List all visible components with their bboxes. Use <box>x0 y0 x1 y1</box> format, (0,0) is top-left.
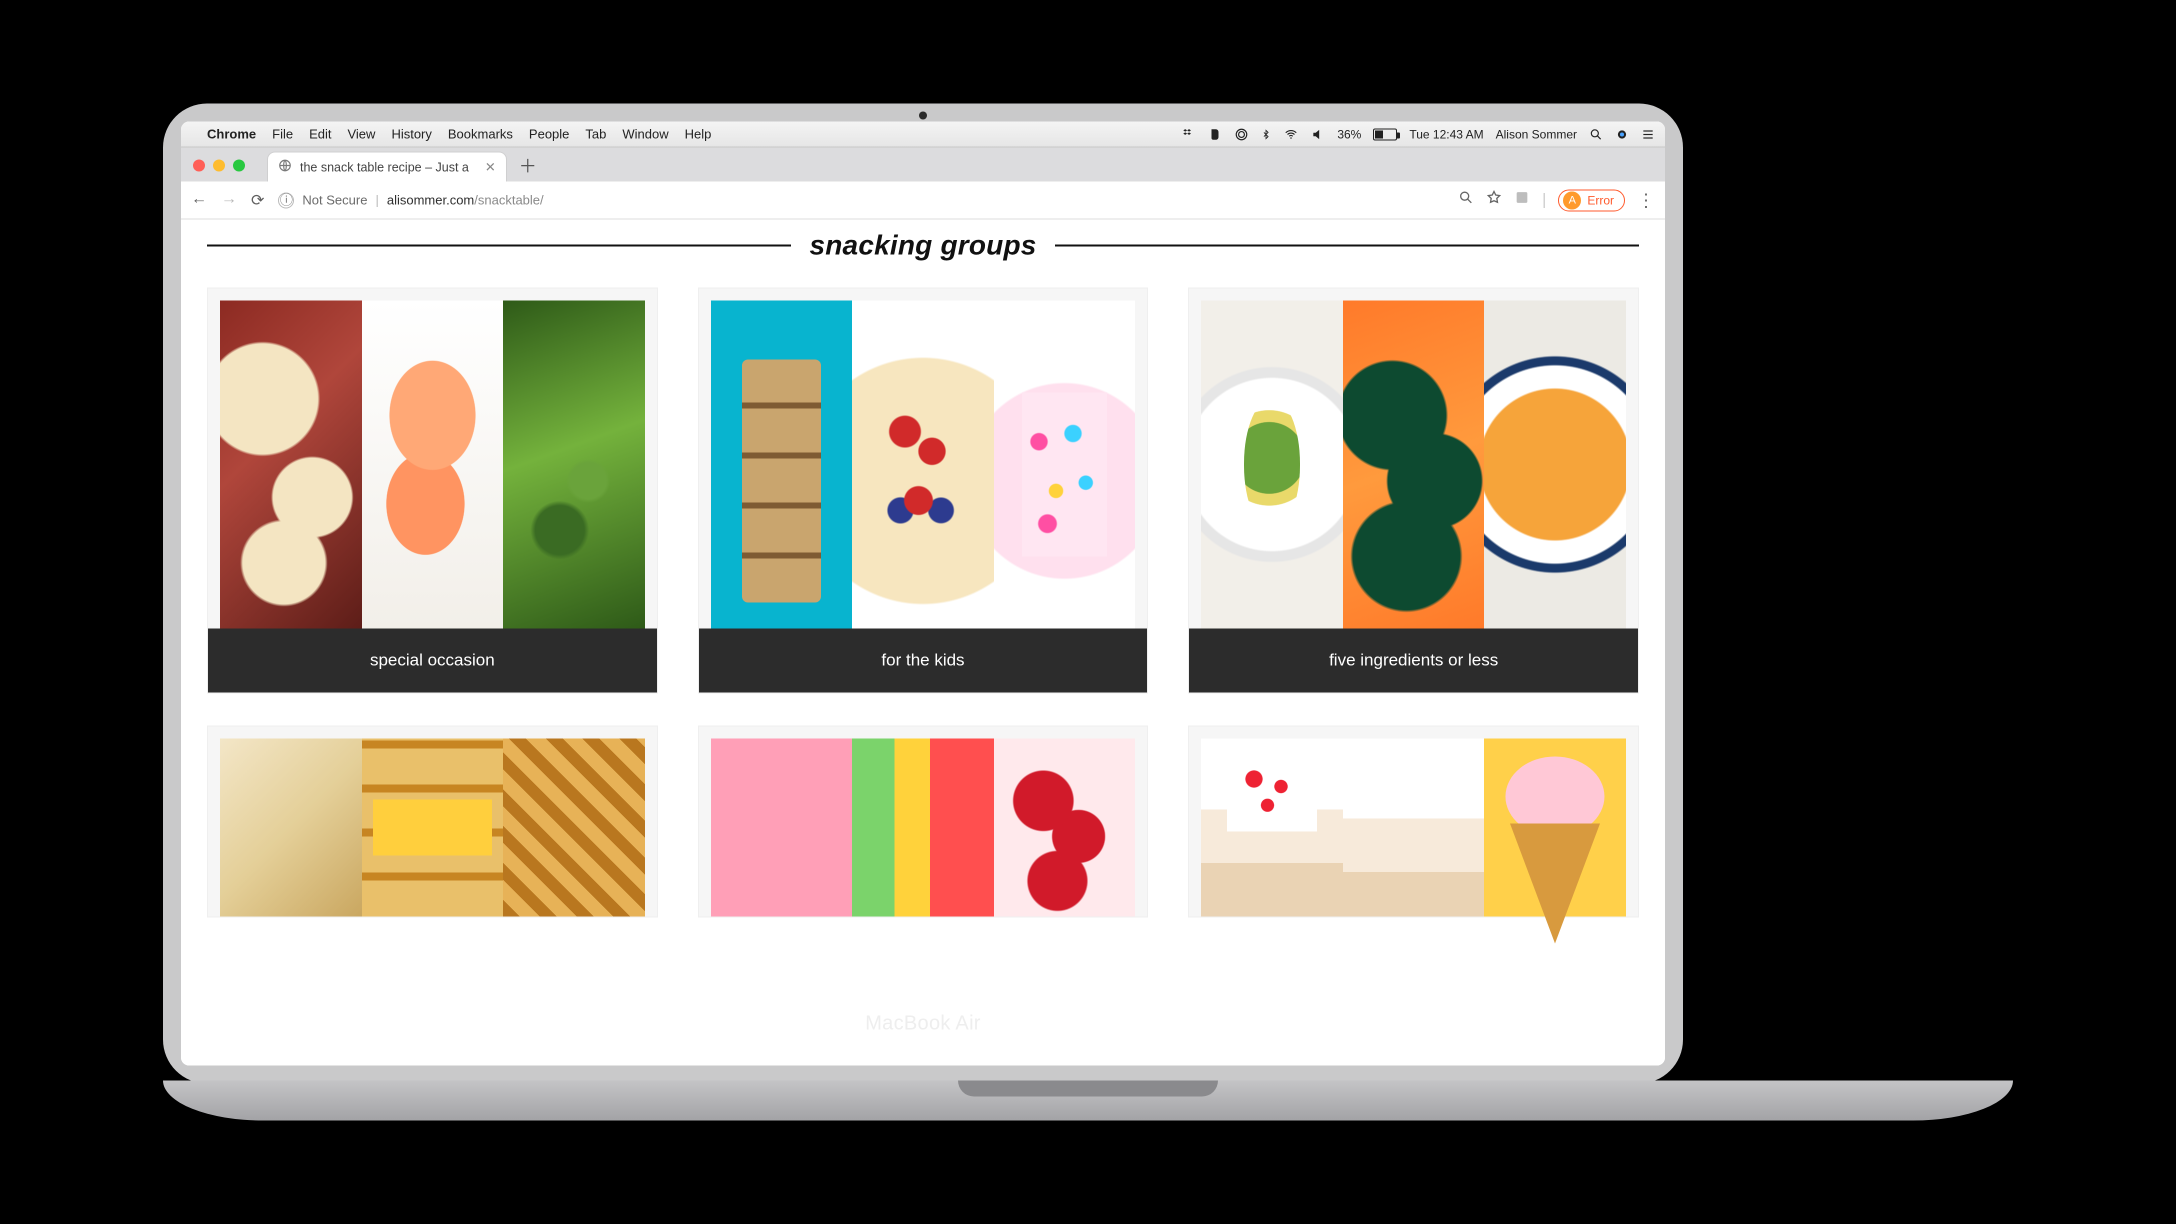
menu-edit[interactable]: Edit <box>309 127 331 142</box>
site-info-icon[interactable]: ⓘ <box>278 192 294 208</box>
minimize-window-button[interactable] <box>213 160 225 172</box>
forward-button[interactable]: → <box>221 190 237 210</box>
menu-file[interactable]: File <box>272 127 293 142</box>
food-image <box>362 739 504 917</box>
close-tab-icon[interactable]: ✕ <box>485 159 496 175</box>
globe-icon <box>278 159 292 176</box>
card-label: for the kids <box>699 629 1148 693</box>
card-image-set <box>208 289 657 629</box>
evernote-menubar-icon[interactable] <box>1208 127 1222 141</box>
notification-center-icon[interactable] <box>1641 127 1655 141</box>
menu-help[interactable]: Help <box>685 127 712 142</box>
browser-tab-active[interactable]: the snack table recipe – Just a ✕ <box>267 152 507 182</box>
food-image <box>1201 739 1343 917</box>
food-image <box>1484 301 1626 629</box>
volume-menubar-icon[interactable] <box>1311 127 1325 141</box>
profile-status-text: Error <box>1587 193 1614 207</box>
card-image-set <box>1189 727 1638 917</box>
menubar-clock[interactable]: Tue 12:43 AM <box>1409 127 1483 141</box>
food-image <box>362 301 504 629</box>
omnibox-search-icon[interactable] <box>1458 190 1474 211</box>
card-row2-3[interactable] <box>1188 726 1639 918</box>
window-controls <box>193 160 245 172</box>
food-image <box>852 301 994 629</box>
food-image <box>1343 739 1485 917</box>
card-image-set <box>208 727 657 917</box>
siri-icon[interactable] <box>1615 127 1629 141</box>
food-image <box>711 739 853 917</box>
battery-percentage: 36% <box>1337 127 1361 141</box>
card-for-the-kids[interactable]: for the kids <box>698 288 1149 694</box>
card-row2-1[interactable] <box>207 726 658 918</box>
card-grid: special occasion for the kids <box>207 288 1639 918</box>
card-image-set <box>699 727 1148 917</box>
spotlight-icon[interactable] <box>1589 127 1603 141</box>
food-image <box>1201 301 1343 629</box>
url-path: /snacktable/ <box>474 193 543 208</box>
wifi-menubar-icon[interactable] <box>1283 127 1299 141</box>
address-bar[interactable]: ⓘ Not Secure | alisommer.com/snacktable/ <box>278 186 1444 214</box>
card-image-set <box>699 289 1148 629</box>
dropbox-menubar-icon[interactable] <box>1182 127 1196 141</box>
app-menus: File Edit View History Bookmarks People … <box>272 127 711 142</box>
menu-history[interactable]: History <box>391 127 431 142</box>
laptop-base <box>163 1081 2013 1121</box>
menu-window[interactable]: Window <box>622 127 668 142</box>
card-row2-2[interactable] <box>698 726 1149 918</box>
reload-button[interactable]: ⟳ <box>251 190 264 210</box>
food-image <box>503 739 645 917</box>
macos-menubar: Chrome File Edit View History Bookmarks … <box>181 122 1665 148</box>
food-image <box>994 739 1136 917</box>
profile-error-pill[interactable]: A Error <box>1558 189 1625 211</box>
food-image <box>503 301 645 629</box>
menu-bookmarks[interactable]: Bookmarks <box>448 127 513 142</box>
active-app-name[interactable]: Chrome <box>207 127 256 142</box>
menu-view[interactable]: View <box>347 127 375 142</box>
back-button[interactable]: ← <box>191 190 207 210</box>
food-image <box>220 739 362 917</box>
food-image <box>220 301 362 629</box>
card-special-occasion[interactable]: special occasion <box>207 288 658 694</box>
card-label: five ingredients or less <box>1189 629 1638 693</box>
chrome-tabstrip: the snack table recipe – Just a ✕ ＋ <box>181 148 1665 182</box>
menu-tab[interactable]: Tab <box>585 127 606 142</box>
heading-rule-right <box>1055 245 1639 247</box>
maximize-window-button[interactable] <box>233 160 245 172</box>
menu-people[interactable]: People <box>529 127 569 142</box>
security-status: Not Secure <box>302 193 367 208</box>
display-menubar-icon[interactable] <box>1234 127 1249 141</box>
card-five-ingredients[interactable]: five ingredients or less <box>1188 288 1639 694</box>
tab-title: the snack table recipe – Just a <box>300 160 469 174</box>
card-image-set <box>1189 289 1638 629</box>
close-window-button[interactable] <box>193 160 205 172</box>
url-domain: alisommer.com <box>387 193 474 208</box>
food-image <box>1343 301 1485 629</box>
chrome-toolbar: ← → ⟳ ⓘ Not Secure | alisommer.com/snack… <box>181 182 1665 220</box>
menubar-username[interactable]: Alison Sommer <box>1496 127 1577 141</box>
profile-avatar: A <box>1563 191 1581 209</box>
food-image <box>994 301 1136 629</box>
new-tab-button[interactable]: ＋ <box>515 153 541 179</box>
food-image <box>852 739 994 917</box>
food-image <box>711 301 853 629</box>
extension-icon[interactable] <box>1514 190 1530 211</box>
heading-rule-left <box>207 245 791 247</box>
food-image <box>1484 739 1626 917</box>
bookmark-star-icon[interactable] <box>1486 190 1502 211</box>
battery-icon[interactable] <box>1373 128 1397 140</box>
laptop-screen-frame: Chrome File Edit View History Bookmarks … <box>163 104 1683 1084</box>
section-heading-row: snacking groups <box>207 230 1639 262</box>
section-heading: snacking groups <box>809 230 1036 262</box>
card-label: special occasion <box>208 629 657 693</box>
bluetooth-menubar-icon[interactable] <box>1261 127 1271 141</box>
page-viewport[interactable]: snacking groups special occasion <box>181 220 1665 1066</box>
